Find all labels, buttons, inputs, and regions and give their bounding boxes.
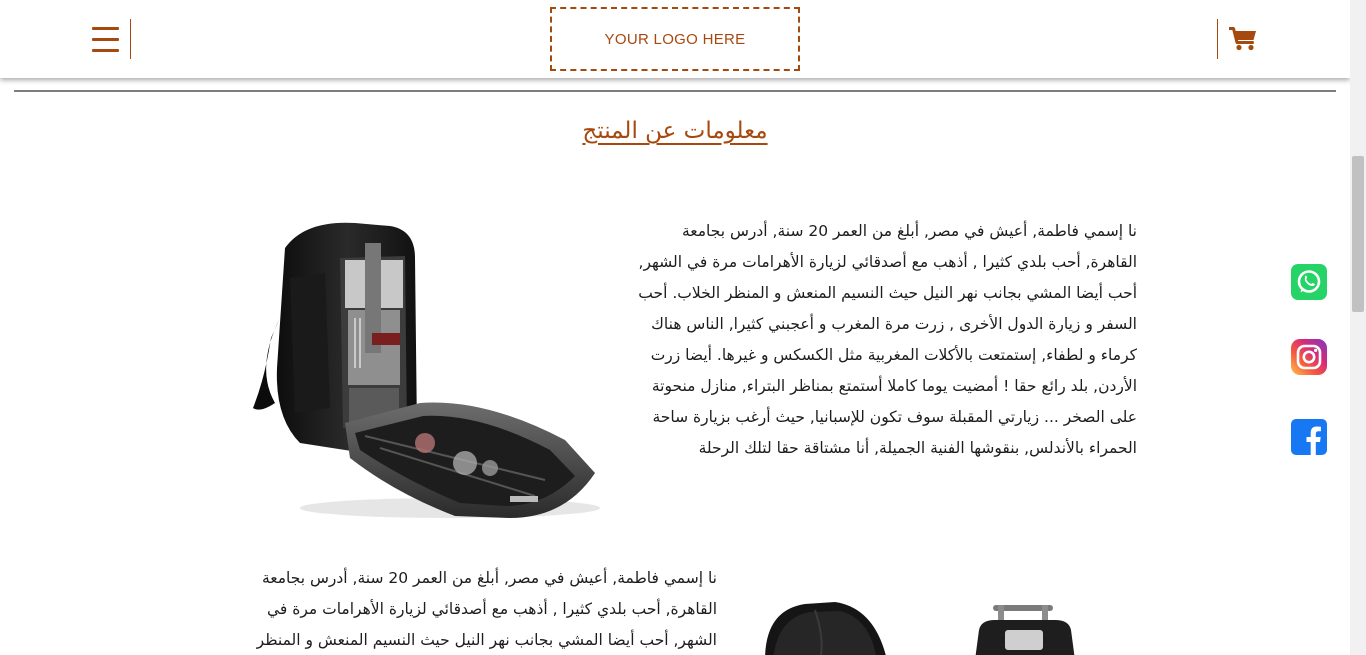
rolling-bag-thumbnail-image [975,605,1075,655]
hamburger-menu-icon[interactable] [92,27,119,52]
backpack-thumbnail-image [765,602,886,655]
backpack-product-image [253,222,600,518]
page-scrollbar[interactable] [1350,0,1366,655]
section-title: معلومات عن المنتج [582,118,768,144]
scrollbar-thumb[interactable] [1352,156,1364,312]
header-divider-left [130,19,131,59]
page: YOUR LOGO HERE معلومات عن المنتج نا إسمي… [0,0,1350,655]
whatsapp-icon[interactable] [1291,264,1327,300]
site-header: YOUR LOGO HERE [0,0,1350,78]
facebook-icon[interactable] [1291,419,1327,455]
top-divider [14,90,1336,92]
site-logo[interactable]: YOUR LOGO HERE [550,7,800,71]
product-description-1: نا إسمي فاطمة, أعيش في مصر, أبلغ من العم… [638,222,1137,457]
shopping-cart-icon[interactable] [1229,27,1257,51]
header-divider-right [1217,19,1218,59]
product-description-2: نا إسمي فاطمة, أعيش في مصر, أبلغ من العم… [256,569,717,649]
instagram-icon[interactable] [1291,339,1327,375]
